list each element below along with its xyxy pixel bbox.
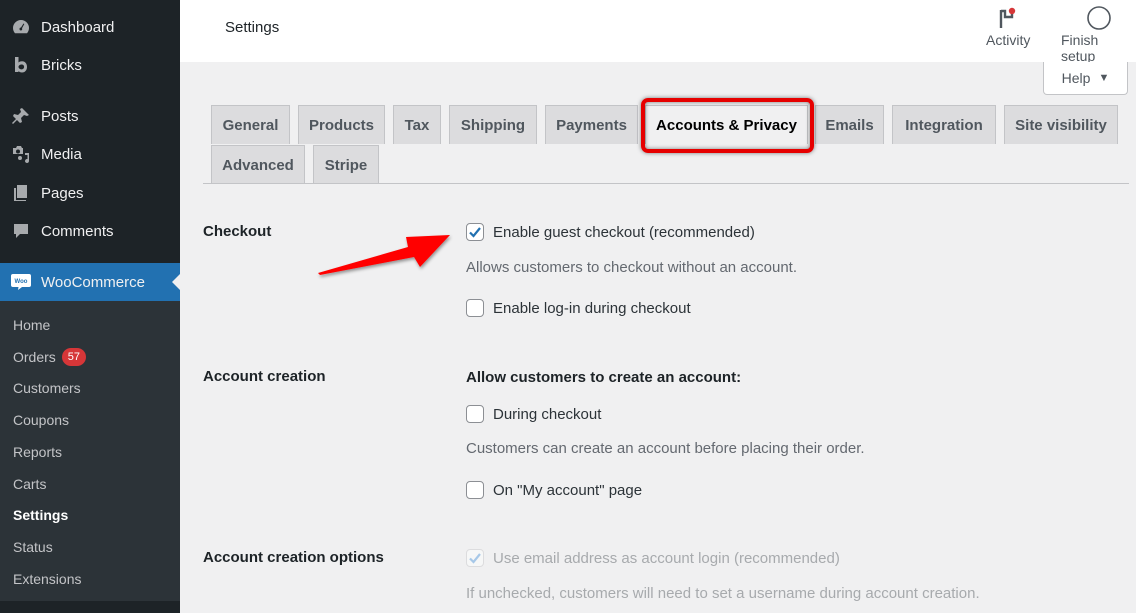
submenu-label: Customers	[13, 380, 81, 396]
sidebar-item-media[interactable]: Media	[0, 137, 180, 171]
sidebar-item-dashboard[interactable]: Dashboard	[0, 10, 180, 44]
caret-down-icon: ▼	[1098, 72, 1110, 84]
submenu-reports[interactable]: Reports	[13, 441, 62, 463]
tab-shipping[interactable]: Shipping	[449, 105, 537, 144]
login-checkout-label: Enable log-in during checkout	[493, 299, 691, 317]
sidebar-item-woocommerce[interactable]: Woo WooCommerce	[0, 263, 180, 301]
tab-accounts-privacy[interactable]: Accounts & Privacy	[645, 105, 808, 144]
progress-circle-icon	[1086, 4, 1112, 32]
admin-sidebar: Dashboard Bricks Posts Media Pages Comme…	[0, 0, 180, 613]
page-title: Settings	[225, 19, 280, 36]
sidebar-item-label: Dashboard	[41, 18, 115, 36]
submenu-settings[interactable]: Settings	[13, 504, 68, 526]
account-creation-label: Account creation	[203, 368, 326, 385]
login-checkout-option[interactable]: Enable log-in during checkout	[466, 299, 691, 317]
tab-products[interactable]: Products	[298, 105, 385, 144]
orders-count-badge: 57	[61, 348, 87, 366]
submenu-status[interactable]: Status	[13, 536, 53, 558]
help-button[interactable]: Help ▼	[1043, 62, 1128, 95]
submenu-label: Coupons	[13, 412, 70, 428]
submenu-carts[interactable]: Carts	[13, 473, 46, 495]
pin-icon	[10, 105, 32, 127]
email-login-checkbox	[466, 549, 484, 567]
submenu-customers[interactable]: Customers	[13, 377, 81, 399]
my-account-label: On "My account" page	[493, 481, 643, 499]
submenu-orders[interactable]: Orders 57	[13, 346, 87, 368]
email-login-description: If unchecked, customers will need to set…	[466, 585, 980, 602]
comment-icon	[10, 220, 32, 242]
guest-checkout-description: Allows customers to checkout without an …	[466, 259, 797, 276]
woocommerce-submenu: Home Orders 57 Customers Coupons Reports …	[0, 301, 180, 601]
activity-label: Activity	[986, 32, 1031, 48]
login-checkout-checkbox[interactable]	[466, 299, 484, 317]
account-creation-heading: Allow customers to create an account:	[466, 369, 742, 386]
submenu-extensions[interactable]: Extensions	[13, 568, 81, 590]
activity-button[interactable]: Activity	[986, 4, 1030, 48]
checkout-label: Checkout	[203, 223, 272, 240]
woo-icon: Woo	[10, 271, 32, 293]
pages-icon	[10, 182, 32, 204]
tab-tax[interactable]: Tax	[393, 105, 441, 144]
my-account-checkbox[interactable]	[466, 481, 484, 499]
during-checkout-option[interactable]: During checkout	[466, 405, 601, 423]
help-label: Help	[1061, 70, 1091, 86]
during-checkout-description: Customers can create an account before p…	[466, 440, 865, 457]
sidebar-item-label: Bricks	[41, 56, 82, 74]
finish-setup-button[interactable]: Finish setup	[1061, 4, 1136, 64]
sidebar-item-label: Posts	[41, 107, 79, 125]
finish-setup-label: Finish setup	[1061, 32, 1099, 64]
svg-text:Woo: Woo	[15, 279, 28, 285]
tab-advanced[interactable]: Advanced	[211, 145, 305, 184]
sidebar-item-comments[interactable]: Comments	[0, 214, 180, 248]
submenu-label: Orders	[13, 349, 56, 365]
flag-icon	[997, 4, 1019, 32]
account-options-label: Account creation options	[203, 549, 384, 566]
my-account-option[interactable]: On "My account" page	[466, 481, 642, 499]
during-checkout-checkbox[interactable]	[466, 405, 484, 423]
tab-integration[interactable]: Integration	[892, 105, 996, 144]
submenu-label: Reports	[13, 444, 63, 460]
tab-payments[interactable]: Payments	[545, 105, 638, 144]
submenu-home[interactable]: Home	[13, 314, 50, 336]
current-menu-arrow	[172, 274, 180, 290]
dashboard-icon	[10, 16, 32, 38]
guest-checkout-label: Enable guest checkout (recommended)	[493, 223, 755, 241]
email-login-option: Use email address as account login (reco…	[466, 549, 840, 567]
sidebar-item-posts[interactable]: Posts	[0, 99, 180, 133]
sidebar-item-label: WooCommerce	[41, 273, 145, 291]
tab-general[interactable]: General	[211, 105, 290, 144]
email-login-label: Use email address as account login (reco…	[493, 549, 840, 567]
submenu-label: Settings	[13, 507, 69, 523]
sidebar-item-label: Pages	[41, 184, 84, 202]
sidebar-item-pages[interactable]: Pages	[0, 176, 180, 210]
submenu-label: Carts	[13, 476, 47, 492]
sidebar-item-label: Comments	[41, 222, 114, 240]
check-icon	[469, 227, 481, 238]
sidebar-item-label: Media	[41, 145, 82, 163]
annotation-arrow-icon	[318, 235, 450, 275]
top-header: Settings Activity Finish setup	[180, 0, 1136, 64]
submenu-label: Home	[13, 317, 51, 333]
guest-checkout-checkbox[interactable]	[466, 223, 484, 241]
media-icon	[10, 143, 32, 165]
during-checkout-label: During checkout	[493, 405, 602, 423]
submenu-label: Extensions	[13, 571, 82, 587]
bricks-icon	[10, 54, 32, 76]
sidebar-item-bricks[interactable]: Bricks	[0, 48, 180, 82]
submenu-coupons[interactable]: Coupons	[13, 409, 69, 431]
tab-stripe[interactable]: Stripe	[313, 145, 379, 184]
submenu-label: Status	[13, 539, 53, 555]
tab-site-visibility[interactable]: Site visibility	[1004, 105, 1118, 144]
check-icon	[469, 553, 481, 564]
tab-emails[interactable]: Emails	[815, 105, 884, 144]
tabs-divider	[203, 183, 1129, 184]
guest-checkout-option[interactable]: Enable guest checkout (recommended)	[466, 223, 755, 241]
